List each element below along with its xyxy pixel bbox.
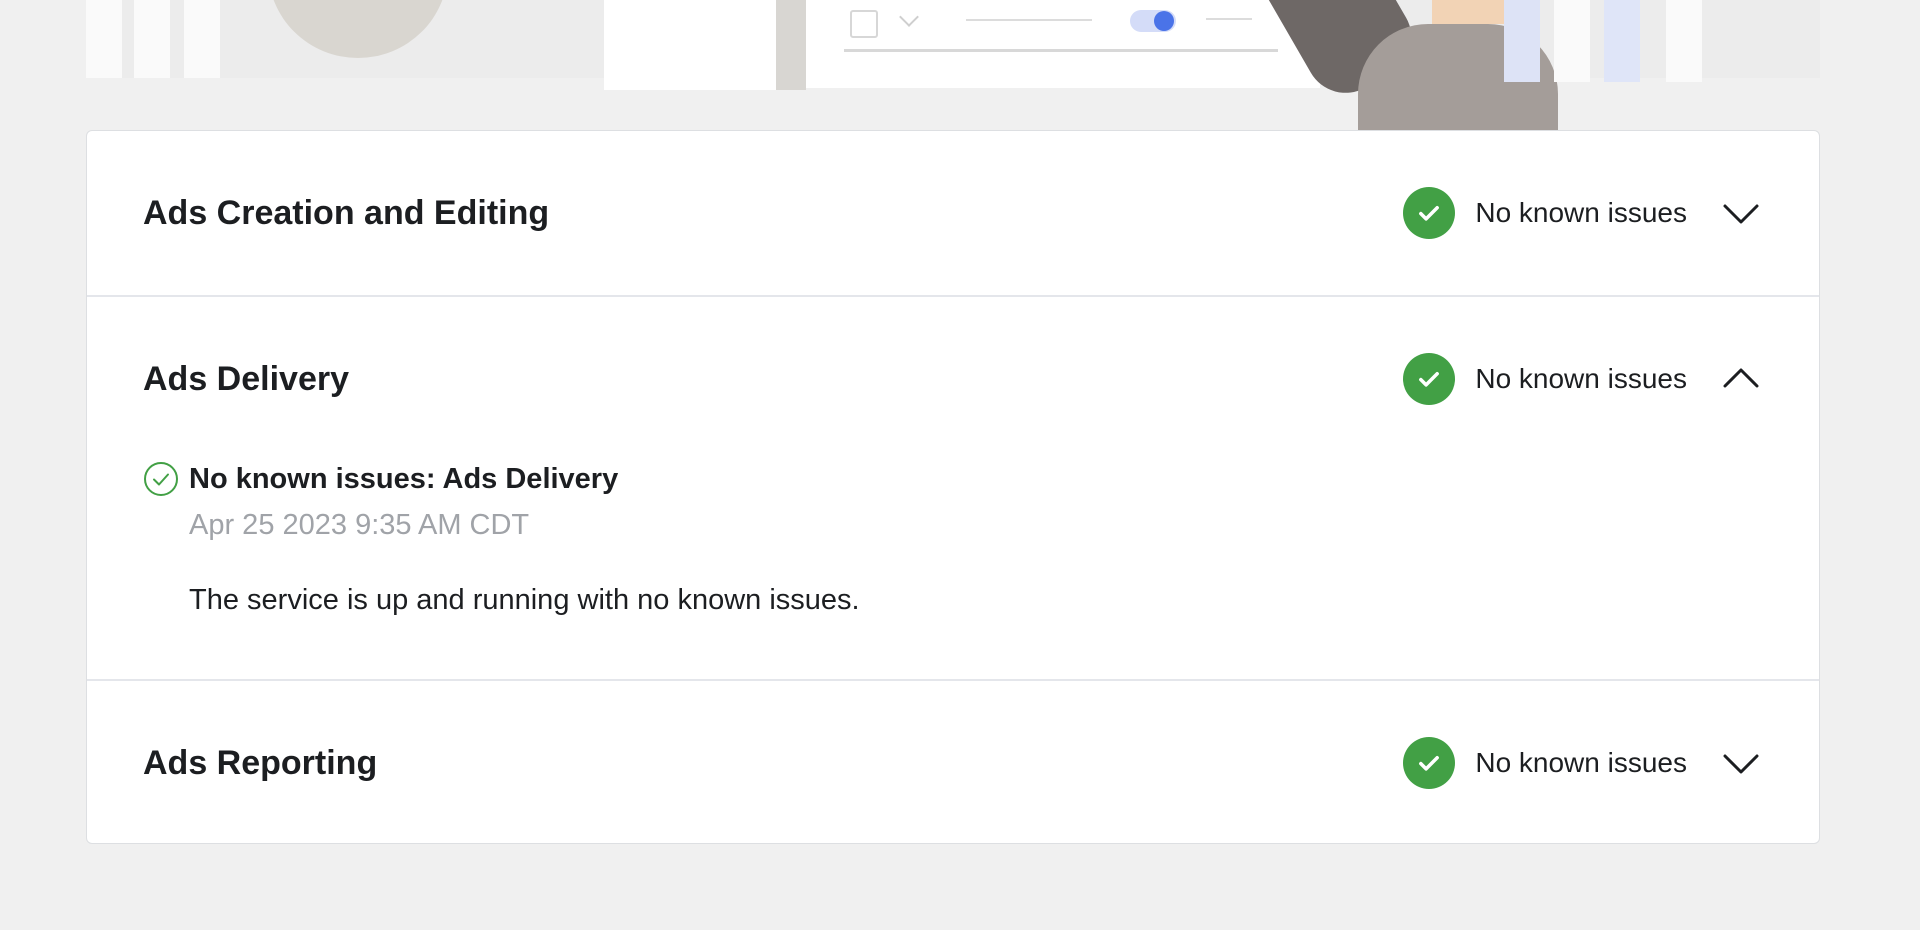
illustration-line — [844, 49, 1278, 52]
check-circle-filled-icon — [1403, 353, 1456, 405]
incident-timestamp: Apr 25 2023 9:35 AM CDT — [189, 509, 530, 541]
illustration-line — [1206, 18, 1252, 20]
illustration-line — [966, 19, 1092, 21]
illustration-checkbox-icon — [850, 10, 878, 38]
service-title: Ads Delivery — [143, 359, 349, 398]
illustration-card — [604, 0, 776, 90]
illustration-bar — [184, 0, 220, 78]
illustration-bar — [134, 0, 170, 78]
incident-title: No known issues: Ads Delivery — [189, 462, 619, 495]
illustration-bar — [1666, 0, 1702, 82]
service-status-accordion: Ads Creation and Editing No known issues… — [86, 130, 1820, 844]
check-circle-outline-icon — [143, 461, 179, 497]
chevron-down-icon[interactable] — [1719, 741, 1763, 785]
illustration-bar — [86, 0, 122, 78]
accordion-item-ads-delivery: Ads Delivery No known issues No known is… — [87, 297, 1819, 681]
illustration-bar — [1504, 0, 1540, 82]
accordion-item-ads-reporting: Ads Reporting No known issues — [87, 681, 1819, 843]
chevron-up-icon[interactable] — [1719, 357, 1763, 401]
accordion-item-ads-creation-and-editing: Ads Creation and Editing No known issues — [87, 131, 1819, 297]
chevron-down-icon[interactable] — [1719, 191, 1763, 235]
incident-header: No known issues: Ads Delivery — [143, 461, 1763, 497]
service-title: Ads Creation and Editing — [143, 193, 550, 232]
service-title: Ads Reporting — [143, 743, 378, 782]
illustration-bar — [1604, 0, 1640, 82]
illustration-toggle-knob — [1154, 11, 1174, 31]
accordion-header-ads-reporting[interactable]: Ads Reporting No known issues — [87, 681, 1819, 843]
illustration-post — [776, 0, 806, 90]
accordion-header-ads-delivery[interactable]: Ads Delivery No known issues — [87, 297, 1819, 461]
status-text: No known issues — [1475, 747, 1687, 778]
accordion-header-ads-creation-and-editing[interactable]: Ads Creation and Editing No known issues — [87, 131, 1819, 295]
illustration-settings-card — [806, 0, 1320, 88]
illustration-bar — [1554, 0, 1590, 82]
check-circle-filled-icon — [1403, 187, 1456, 239]
status-indicator: No known issues — [1403, 187, 1687, 239]
status-indicator: No known issues — [1403, 737, 1687, 789]
status-page: Ads Creation and Editing No known issues… — [0, 0, 1920, 930]
check-circle-filled-icon — [1403, 737, 1456, 789]
accordion-body-ads-delivery: No known issues: Ads Delivery Apr 25 202… — [87, 461, 1819, 679]
status-indicator: No known issues — [1403, 353, 1687, 405]
incident-description: The service is up and running with no kn… — [189, 584, 860, 616]
status-text: No known issues — [1475, 197, 1687, 228]
header-illustration — [86, 0, 1820, 130]
status-text: No known issues — [1475, 363, 1687, 394]
illustration-person-skin — [1432, 0, 1510, 24]
